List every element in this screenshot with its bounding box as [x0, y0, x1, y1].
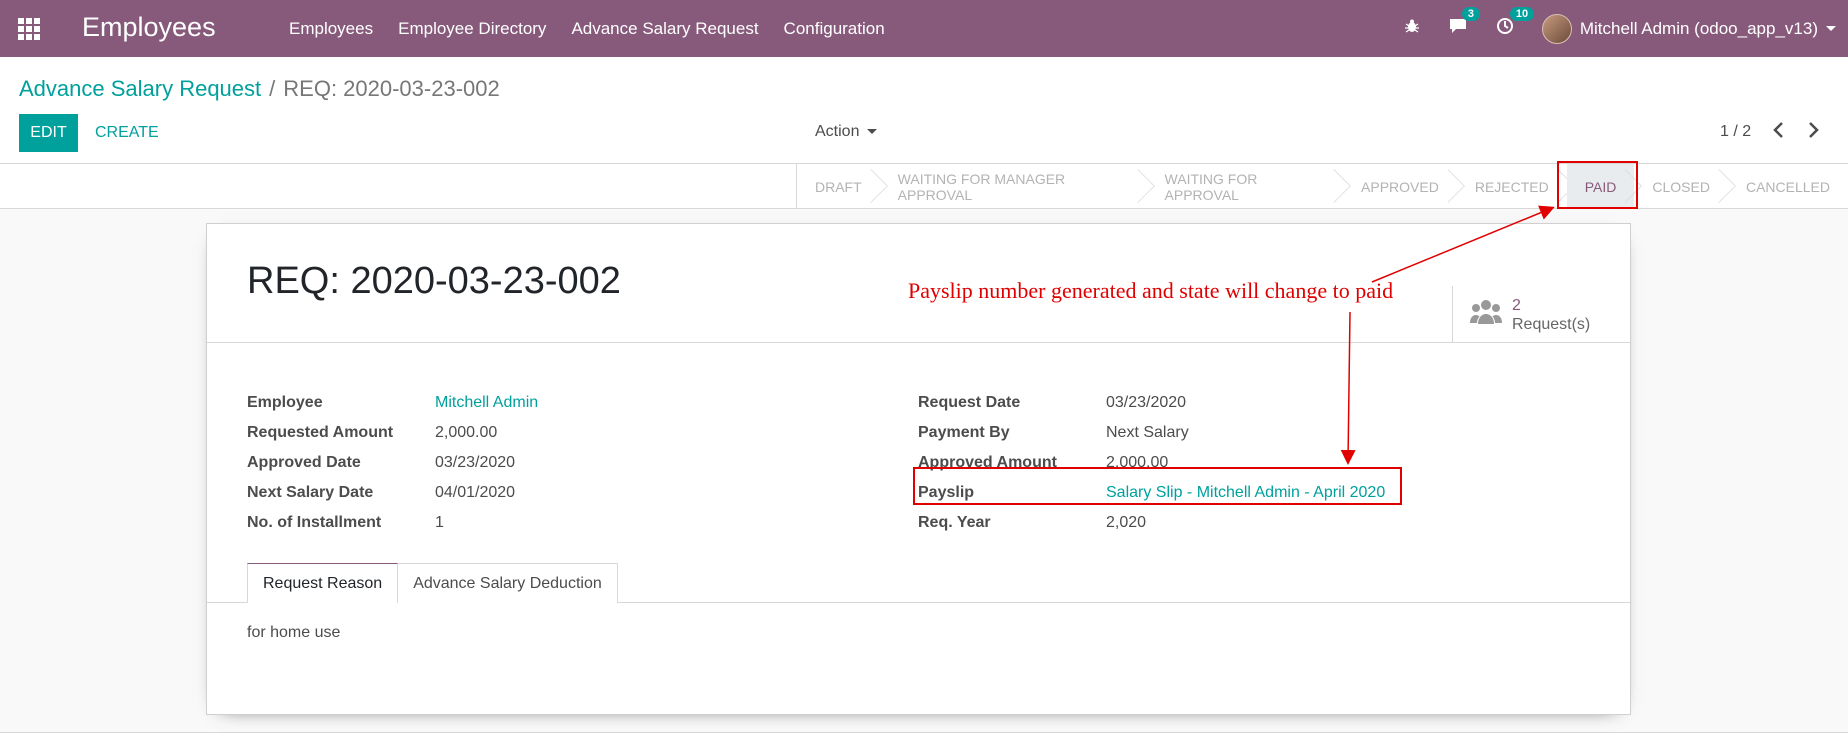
field-value: 2,020 [1106, 514, 1147, 531]
caret-down-icon [867, 129, 878, 135]
record-title: REQ: 2020-03-23-002 [247, 260, 621, 302]
user-name: Mitchell Admin (odoo_app_v13) [1579, 18, 1818, 38]
field-value: 2,000.00 [435, 424, 498, 441]
field-label: Approved Amount [918, 454, 1057, 471]
pager-previous-button[interactable] [1772, 121, 1786, 143]
divider [207, 342, 1630, 343]
left-field-group: Employee Mitchell Admin Requested Amount… [247, 388, 538, 538]
stage-waiting-manager-approval[interactable]: WAITING FOR MANAGER APPROVAL [880, 164, 1147, 209]
field-label: Payslip [918, 484, 975, 501]
apps-menu-icon[interactable] [18, 18, 40, 40]
field-value: 04/01/2020 [435, 484, 516, 501]
field-requested-amount: Requested Amount 2,000.00 [247, 418, 538, 448]
action-dropdown[interactable]: Action [815, 123, 878, 141]
main-menu: Employees Employee Directory Advance Sal… [289, 0, 885, 57]
control-panel: Advance Salary Request / REQ: 2020-03-23-0… [0, 57, 1848, 164]
annotation-text: Payslip number generated and state will … [908, 278, 1394, 303]
field-label: Employee [247, 394, 323, 411]
field-installments: No. of Installment 1 [247, 508, 538, 538]
stage-rejected[interactable]: REJECTED [1457, 164, 1567, 209]
field-value: 1 [435, 514, 444, 531]
stage-approved[interactable]: APPROVED [1343, 164, 1457, 209]
field-payment-by: Payment By Next Salary [918, 418, 1385, 448]
action-label: Action [815, 123, 860, 140]
field-next-salary-date: Next Salary Date 04/01/2020 [247, 478, 538, 508]
payslip-link[interactable]: Salary Slip - Mitchell Admin - April 202… [1106, 484, 1385, 502]
users-icon [1470, 300, 1502, 324]
pager-next-button[interactable] [1806, 121, 1820, 143]
top-navbar: Employees Employees Employee Directory A… [0, 0, 1848, 57]
menu-item-advance-salary-request[interactable]: Advance Salary Request [571, 19, 758, 39]
field-label: Next Salary Date [247, 484, 374, 501]
systray: 3 10 Mitchell Admin (odoo_app_v13) [1404, 0, 1848, 57]
stage-draft[interactable]: DRAFT [796, 164, 880, 209]
field-value: 2,000.00 [1106, 454, 1169, 471]
request-reason-text: for home use [247, 624, 341, 641]
user-menu[interactable]: Mitchell Admin (odoo_app_v13) [1541, 13, 1836, 44]
stage-paid[interactable]: PAID [1566, 164, 1635, 209]
messages-badge: 3 [1461, 7, 1480, 21]
activities-icon[interactable]: 10 [1496, 7, 1535, 40]
stage-cancelled[interactable]: CANCELLED [1728, 164, 1848, 209]
messages-icon[interactable]: 3 [1448, 7, 1480, 40]
statusbar: DRAFT WAITING FOR MANAGER APPROVAL WAITI… [796, 164, 1848, 209]
menu-item-employee-directory[interactable]: Employee Directory [398, 19, 546, 39]
app-title: Employees [82, 12, 216, 42]
field-employee: Employee Mitchell Admin [247, 388, 538, 418]
tab-advance-salary-deduction[interactable]: Advance Salary Deduction [398, 563, 618, 603]
notebook-tabs: Request Reason Advance Salary Deduction [247, 563, 618, 603]
requests-smart-button[interactable]: 2 Request(s) [1452, 286, 1632, 342]
chevron-down-icon [1826, 26, 1836, 31]
breadcrumb-current: REQ: 2020-03-23-002 [283, 76, 500, 101]
avatar [1541, 13, 1572, 44]
debug-icon[interactable] [1404, 18, 1420, 39]
requests-count: 2 [1512, 297, 1521, 314]
menu-item-configuration[interactable]: Configuration [784, 19, 885, 39]
right-field-group: Request Date 03/23/2020 Payment By Next … [918, 388, 1385, 538]
field-label: Approved Date [247, 454, 361, 471]
tab-request-reason[interactable]: Request Reason [247, 563, 399, 603]
breadcrumb: Advance Salary Request / REQ: 2020-03-23-0… [19, 76, 500, 102]
field-value: Next Salary [1106, 424, 1189, 441]
employee-link[interactable]: Mitchell Admin [435, 394, 538, 412]
field-payslip: Payslip Salary Slip - Mitchell Admin - A… [918, 478, 1385, 508]
stage-closed[interactable]: CLOSED [1634, 164, 1728, 209]
stage-waiting-approval[interactable]: WAITING FOR APPROVAL [1147, 164, 1344, 209]
field-approved-amount: Approved Amount 2,000.00 [918, 448, 1385, 478]
activities-badge: 10 [1509, 7, 1535, 21]
field-value: 03/23/2020 [435, 454, 516, 471]
breadcrumb-separator: / [269, 76, 276, 101]
requests-label: Request(s) [1512, 316, 1591, 333]
field-req-year: Req. Year 2,020 [918, 508, 1385, 538]
field-label: No. of Installment [247, 514, 382, 531]
field-label: Payment By [918, 424, 1010, 441]
field-value: 03/23/2020 [1106, 394, 1187, 411]
breadcrumb-parent[interactable]: Advance Salary Request [19, 76, 261, 101]
edit-button[interactable]: EDIT [19, 114, 78, 152]
pager-value: 1 / 2 [1720, 123, 1752, 140]
field-label: Requested Amount [247, 424, 394, 441]
field-label: Req. Year [918, 514, 991, 531]
statusbar-container: DRAFT WAITING FOR MANAGER APPROVAL WAITI… [0, 164, 1848, 209]
field-request-date: Request Date 03/23/2020 [918, 388, 1385, 418]
field-approved-date: Approved Date 03/23/2020 [247, 448, 538, 478]
create-button[interactable]: CREATE [95, 114, 159, 152]
field-label: Request Date [918, 394, 1021, 411]
menu-item-employees[interactable]: Employees [289, 19, 373, 39]
